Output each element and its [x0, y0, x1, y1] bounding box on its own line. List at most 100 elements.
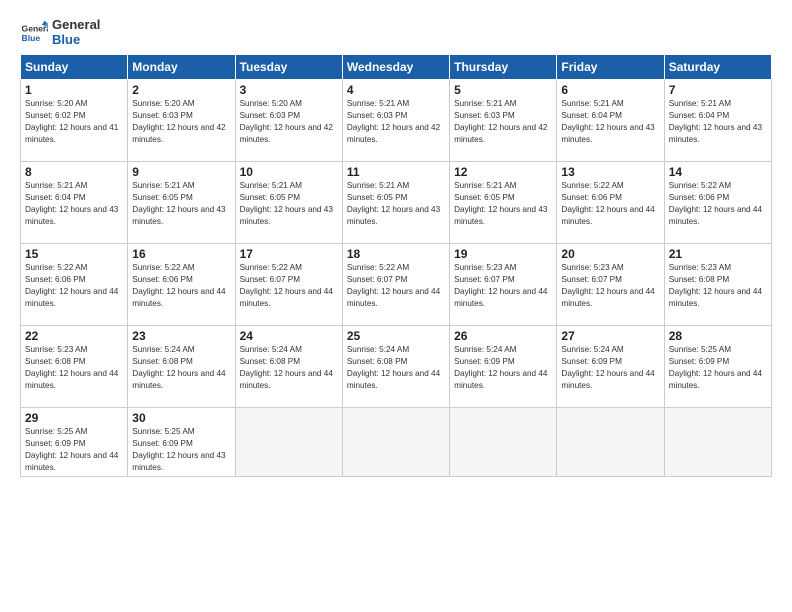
calendar-cell: 17Sunrise: 5:22 AMSunset: 6:07 PMDayligh… [235, 243, 342, 325]
th-monday: Monday [128, 54, 235, 79]
calendar-cell [235, 407, 342, 477]
day-info: Sunrise: 5:21 AMSunset: 6:04 PMDaylight:… [669, 98, 767, 146]
calendar-cell: 2Sunrise: 5:20 AMSunset: 6:03 PMDaylight… [128, 79, 235, 161]
calendar-cell: 6Sunrise: 5:21 AMSunset: 6:04 PMDaylight… [557, 79, 664, 161]
day-number: 7 [669, 83, 767, 97]
calendar-cell: 26Sunrise: 5:24 AMSunset: 6:09 PMDayligh… [450, 325, 557, 407]
calendar-cell: 13Sunrise: 5:22 AMSunset: 6:06 PMDayligh… [557, 161, 664, 243]
calendar-cell: 11Sunrise: 5:21 AMSunset: 6:05 PMDayligh… [342, 161, 449, 243]
day-number: 22 [25, 329, 123, 343]
day-number: 12 [454, 165, 552, 179]
day-number: 23 [132, 329, 230, 343]
day-number: 4 [347, 83, 445, 97]
day-info: Sunrise: 5:20 AMSunset: 6:03 PMDaylight:… [132, 98, 230, 146]
day-number: 18 [347, 247, 445, 261]
calendar-cell: 9Sunrise: 5:21 AMSunset: 6:05 PMDaylight… [128, 161, 235, 243]
calendar-cell: 7Sunrise: 5:21 AMSunset: 6:04 PMDaylight… [664, 79, 771, 161]
calendar-cell: 8Sunrise: 5:21 AMSunset: 6:04 PMDaylight… [21, 161, 128, 243]
day-number: 26 [454, 329, 552, 343]
day-info: Sunrise: 5:23 AMSunset: 6:07 PMDaylight:… [561, 262, 659, 310]
calendar-cell: 15Sunrise: 5:22 AMSunset: 6:06 PMDayligh… [21, 243, 128, 325]
calendar-cell: 1Sunrise: 5:20 AMSunset: 6:02 PMDaylight… [21, 79, 128, 161]
calendar-cell: 19Sunrise: 5:23 AMSunset: 6:07 PMDayligh… [450, 243, 557, 325]
day-number: 8 [25, 165, 123, 179]
header: General Blue General Blue [20, 18, 772, 48]
calendar-cell: 20Sunrise: 5:23 AMSunset: 6:07 PMDayligh… [557, 243, 664, 325]
day-number: 11 [347, 165, 445, 179]
day-info: Sunrise: 5:22 AMSunset: 6:07 PMDaylight:… [347, 262, 445, 310]
day-number: 29 [25, 411, 123, 425]
calendar-cell: 24Sunrise: 5:24 AMSunset: 6:08 PMDayligh… [235, 325, 342, 407]
calendar-cell [664, 407, 771, 477]
day-info: Sunrise: 5:21 AMSunset: 6:05 PMDaylight:… [240, 180, 338, 228]
day-number: 25 [347, 329, 445, 343]
day-number: 10 [240, 165, 338, 179]
day-number: 20 [561, 247, 659, 261]
calendar-cell: 12Sunrise: 5:21 AMSunset: 6:05 PMDayligh… [450, 161, 557, 243]
calendar-cell: 16Sunrise: 5:22 AMSunset: 6:06 PMDayligh… [128, 243, 235, 325]
day-number: 21 [669, 247, 767, 261]
day-number: 17 [240, 247, 338, 261]
th-saturday: Saturday [664, 54, 771, 79]
logo-blue: Blue [52, 33, 100, 48]
calendar-cell: 14Sunrise: 5:22 AMSunset: 6:06 PMDayligh… [664, 161, 771, 243]
day-info: Sunrise: 5:23 AMSunset: 6:08 PMDaylight:… [25, 344, 123, 392]
day-info: Sunrise: 5:23 AMSunset: 6:08 PMDaylight:… [669, 262, 767, 310]
logo-general: General [52, 18, 100, 33]
calendar-cell: 23Sunrise: 5:24 AMSunset: 6:08 PMDayligh… [128, 325, 235, 407]
day-info: Sunrise: 5:22 AMSunset: 6:07 PMDaylight:… [240, 262, 338, 310]
calendar-cell: 3Sunrise: 5:20 AMSunset: 6:03 PMDaylight… [235, 79, 342, 161]
th-tuesday: Tuesday [235, 54, 342, 79]
th-wednesday: Wednesday [342, 54, 449, 79]
day-number: 5 [454, 83, 552, 97]
day-info: Sunrise: 5:21 AMSunset: 6:05 PMDaylight:… [347, 180, 445, 228]
day-info: Sunrise: 5:20 AMSunset: 6:02 PMDaylight:… [25, 98, 123, 146]
day-info: Sunrise: 5:25 AMSunset: 6:09 PMDaylight:… [669, 344, 767, 392]
day-number: 24 [240, 329, 338, 343]
calendar-cell [450, 407, 557, 477]
day-number: 30 [132, 411, 230, 425]
logo: General Blue General Blue [20, 18, 100, 48]
day-number: 15 [25, 247, 123, 261]
day-info: Sunrise: 5:21 AMSunset: 6:04 PMDaylight:… [561, 98, 659, 146]
calendar-cell [342, 407, 449, 477]
day-number: 19 [454, 247, 552, 261]
calendar-cell: 30Sunrise: 5:25 AMSunset: 6:09 PMDayligh… [128, 407, 235, 477]
calendar-cell: 29Sunrise: 5:25 AMSunset: 6:09 PMDayligh… [21, 407, 128, 477]
day-info: Sunrise: 5:22 AMSunset: 6:06 PMDaylight:… [132, 262, 230, 310]
day-info: Sunrise: 5:25 AMSunset: 6:09 PMDaylight:… [132, 426, 230, 474]
day-number: 3 [240, 83, 338, 97]
day-info: Sunrise: 5:21 AMSunset: 6:05 PMDaylight:… [454, 180, 552, 228]
day-info: Sunrise: 5:24 AMSunset: 6:08 PMDaylight:… [347, 344, 445, 392]
day-number: 27 [561, 329, 659, 343]
day-info: Sunrise: 5:24 AMSunset: 6:08 PMDaylight:… [240, 344, 338, 392]
day-number: 28 [669, 329, 767, 343]
day-number: 13 [561, 165, 659, 179]
calendar-cell: 21Sunrise: 5:23 AMSunset: 6:08 PMDayligh… [664, 243, 771, 325]
day-info: Sunrise: 5:21 AMSunset: 6:03 PMDaylight:… [347, 98, 445, 146]
day-info: Sunrise: 5:25 AMSunset: 6:09 PMDaylight:… [25, 426, 123, 474]
svg-text:Blue: Blue [22, 33, 41, 43]
day-number: 9 [132, 165, 230, 179]
calendar-cell: 22Sunrise: 5:23 AMSunset: 6:08 PMDayligh… [21, 325, 128, 407]
day-info: Sunrise: 5:22 AMSunset: 6:06 PMDaylight:… [25, 262, 123, 310]
day-info: Sunrise: 5:22 AMSunset: 6:06 PMDaylight:… [561, 180, 659, 228]
th-thursday: Thursday [450, 54, 557, 79]
calendar-cell [557, 407, 664, 477]
day-info: Sunrise: 5:21 AMSunset: 6:04 PMDaylight:… [25, 180, 123, 228]
calendar: Sunday Monday Tuesday Wednesday Thursday… [20, 54, 772, 478]
calendar-cell: 25Sunrise: 5:24 AMSunset: 6:08 PMDayligh… [342, 325, 449, 407]
day-number: 6 [561, 83, 659, 97]
th-sunday: Sunday [21, 54, 128, 79]
calendar-cell: 28Sunrise: 5:25 AMSunset: 6:09 PMDayligh… [664, 325, 771, 407]
page: General Blue General Blue Sunday Monday … [0, 0, 792, 612]
day-info: Sunrise: 5:24 AMSunset: 6:09 PMDaylight:… [561, 344, 659, 392]
th-friday: Friday [557, 54, 664, 79]
day-info: Sunrise: 5:20 AMSunset: 6:03 PMDaylight:… [240, 98, 338, 146]
day-info: Sunrise: 5:21 AMSunset: 6:03 PMDaylight:… [454, 98, 552, 146]
day-number: 14 [669, 165, 767, 179]
day-info: Sunrise: 5:24 AMSunset: 6:08 PMDaylight:… [132, 344, 230, 392]
day-info: Sunrise: 5:23 AMSunset: 6:07 PMDaylight:… [454, 262, 552, 310]
day-number: 16 [132, 247, 230, 261]
day-number: 1 [25, 83, 123, 97]
